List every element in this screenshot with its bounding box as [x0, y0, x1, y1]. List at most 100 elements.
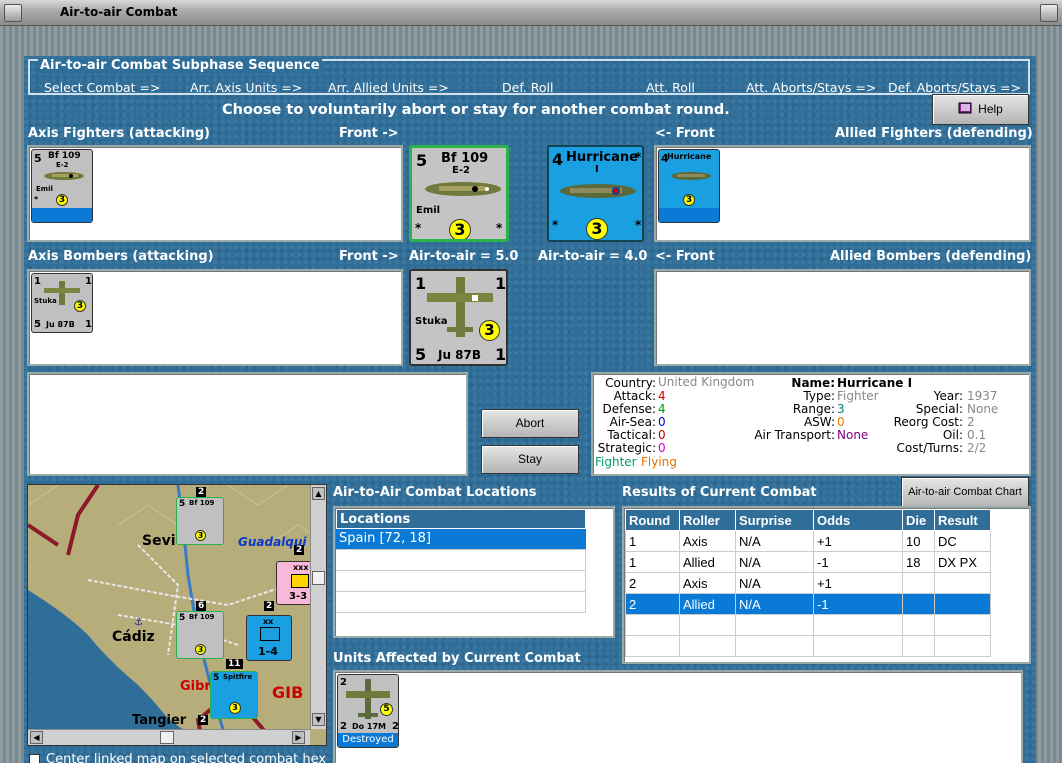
scroll-left-icon[interactable]: ◀	[30, 731, 43, 744]
bf109-pilot: Emil	[36, 185, 53, 193]
window-menu-button[interactable]	[4, 4, 22, 22]
map-counter-bf109-a[interactable]: 5 Bf 109 3	[176, 497, 224, 545]
cell-die	[902, 593, 935, 615]
affected-units-box[interactable]: 2 5 2 Do 17M 2 Destroyed	[333, 670, 1023, 763]
bf109-large-air: 5	[416, 151, 428, 170]
scroll-thumb[interactable]	[312, 571, 325, 585]
oil-value: 0.1	[967, 428, 987, 442]
attack-value: 4	[658, 389, 666, 403]
year-value: 1937	[967, 389, 998, 403]
axis-bombers-box[interactable]: 1 1 Stuka 3 5 Ju 87B 1	[27, 269, 403, 366]
map-horizontal-scrollbar[interactable]: ◀ ▶	[28, 729, 310, 745]
airsea-label: Air-Sea:	[609, 415, 656, 429]
cell-result: DX PX	[934, 551, 991, 573]
scroll-h-thumb[interactable]	[160, 731, 174, 744]
unit-counter-bf109-small[interactable]: 5 Bf 109 E-2 Emil 3 *	[31, 149, 93, 223]
cell-round: 2	[625, 593, 680, 615]
do17-def: 2	[392, 721, 399, 732]
axis-front-label: Front ->	[339, 126, 399, 141]
hurricane-small-name: Hurricane	[667, 152, 712, 161]
table-row-selected[interactable]: 2 Allied N/A -1	[625, 593, 991, 615]
unit-counter-hurricane-large[interactable]: 4 Hurricane I * * * 3	[547, 145, 644, 242]
country-value: United Kingdom	[658, 375, 755, 389]
air-combat-panel: Air-to-air Combat Subphase Sequence Sele…	[24, 56, 1036, 763]
unit-counter-bf109-large[interactable]: 5 Bf 109 E-2 Emil * * 3	[409, 145, 509, 242]
hurricane-small-range: 3	[683, 194, 695, 206]
map-stack-a: 2	[196, 487, 207, 497]
table-row-empty	[625, 635, 991, 657]
map-vertical-scrollbar[interactable]: ▲ ▼	[310, 485, 326, 729]
help-button[interactable]: Help	[932, 94, 1029, 125]
map-label-tangier: Tangier	[132, 713, 187, 728]
table-row[interactable]: 1 Allied N/A -1 18 DX PX	[625, 551, 991, 573]
unit-counter-do17-destroyed[interactable]: 2 5 2 Do 17M 2 Destroyed	[337, 674, 399, 748]
locations-list[interactable]: Locations Spain [72, 18]	[333, 506, 615, 638]
abort-button[interactable]: Abort	[481, 409, 579, 438]
cell-roller: Allied	[679, 551, 736, 573]
map-counter-spitfire[interactable]: 5 Spitfire 3	[210, 671, 258, 719]
name-label: Name:	[791, 376, 835, 390]
allied-fighters-box[interactable]: 4 Hurricane 3	[654, 145, 1031, 242]
stuka-large-range: 3	[479, 320, 500, 341]
title-bar[interactable]: Air-to-air Combat	[0, 0, 1062, 26]
axis-air-to-air-strength: Air-to-air = 5.0	[409, 249, 519, 264]
results-table: Round Roller Surprise Odds Die Result 1A…	[625, 509, 991, 657]
cell-odds: +1	[813, 530, 903, 552]
window-frame: Air-to-air Combat Subphase Sequence Sele…	[0, 26, 1062, 763]
hurricane-large-air: 4	[552, 150, 564, 169]
hurricane-large-corner-top: *	[635, 150, 642, 164]
allied-front-label: <- Front	[655, 126, 715, 141]
close-button[interactable]	[1040, 4, 1058, 22]
map-stack-e: 2	[198, 715, 209, 725]
location-row-empty	[336, 571, 586, 592]
cost-value: 2/2	[967, 441, 987, 455]
location-row-spain[interactable]: Spain [72, 18]	[336, 529, 586, 550]
bf109-plane-icon	[44, 172, 84, 180]
unit-counter-stuka-large[interactable]: 1 1 Stuka 3 5 Ju 87B 1	[409, 269, 508, 366]
allied-bombers-box[interactable]	[654, 269, 1031, 366]
bf109-range: 3	[56, 194, 68, 206]
bf109-name: Bf 109	[48, 151, 81, 161]
col-surprise: Surprise	[735, 509, 814, 531]
map-bf109-b-name: Bf 109	[189, 613, 215, 621]
stuka-large-def: 1	[495, 345, 507, 364]
unit-counter-hurricane-small[interactable]: 4 Hurricane 3	[658, 149, 720, 223]
defense-value: 4	[658, 402, 666, 416]
stay-button[interactable]: Stay	[481, 445, 579, 474]
cell-result	[934, 593, 991, 615]
selection-bar	[659, 208, 719, 222]
step-arr-allied: Arr. Allied Units =>	[328, 80, 449, 95]
map-bf109-b-range: 3	[195, 644, 206, 655]
stuka-small-name: Stuka	[34, 297, 57, 305]
selection-bar	[32, 208, 92, 222]
col-die: Die	[902, 509, 935, 531]
map-counter-infantry-xx[interactable]: xx 1-4	[246, 615, 292, 661]
type-label: Type:	[803, 389, 835, 403]
cell-round: 1	[625, 551, 680, 573]
class-flying: Flying	[641, 455, 677, 469]
country-label: Country:	[605, 376, 656, 390]
window-title: Air-to-air Combat	[60, 5, 178, 19]
special-value: None	[967, 402, 999, 416]
axis-bombers-front-label: Front ->	[339, 249, 399, 264]
map-stack-c: 2	[264, 601, 275, 611]
map-counter-bf109-b[interactable]: 5 Bf 109 3	[176, 611, 224, 659]
col-roller: Roller	[679, 509, 736, 531]
scroll-up-icon[interactable]: ▲	[312, 487, 325, 500]
range-label: Range:	[792, 402, 835, 416]
center-map-checkbox[interactable]	[29, 754, 40, 763]
table-row[interactable]: 1 Axis N/A +1 10 DC	[625, 530, 991, 552]
map-spitfire-range: 3	[229, 702, 241, 714]
unit-counter-stuka-small[interactable]: 1 1 Stuka 3 5 Ju 87B 1	[31, 273, 93, 333]
bf109-large-plane-icon	[425, 182, 501, 196]
linked-map[interactable]: Sevi Guadalqui ⚓ Cádiz Gibr GIB Tangier …	[27, 484, 327, 746]
axis-fighters-label: Axis Fighters (attacking)	[28, 126, 210, 141]
sequence-title: Air-to-air Combat Subphase Sequence	[38, 58, 322, 73]
axis-fighters-box[interactable]: 5 Bf 109 E-2 Emil 3 *	[27, 145, 403, 242]
air-combat-chart-button[interactable]: Air-to-air Combat Chart	[901, 477, 1029, 508]
scroll-down-icon[interactable]: ▼	[312, 713, 325, 726]
infantry-symbol-icon	[260, 627, 280, 641]
do17-model: Do 17M	[352, 722, 387, 731]
scroll-right-icon[interactable]: ▶	[292, 731, 305, 744]
table-row[interactable]: 2 Axis N/A +1	[625, 572, 991, 594]
